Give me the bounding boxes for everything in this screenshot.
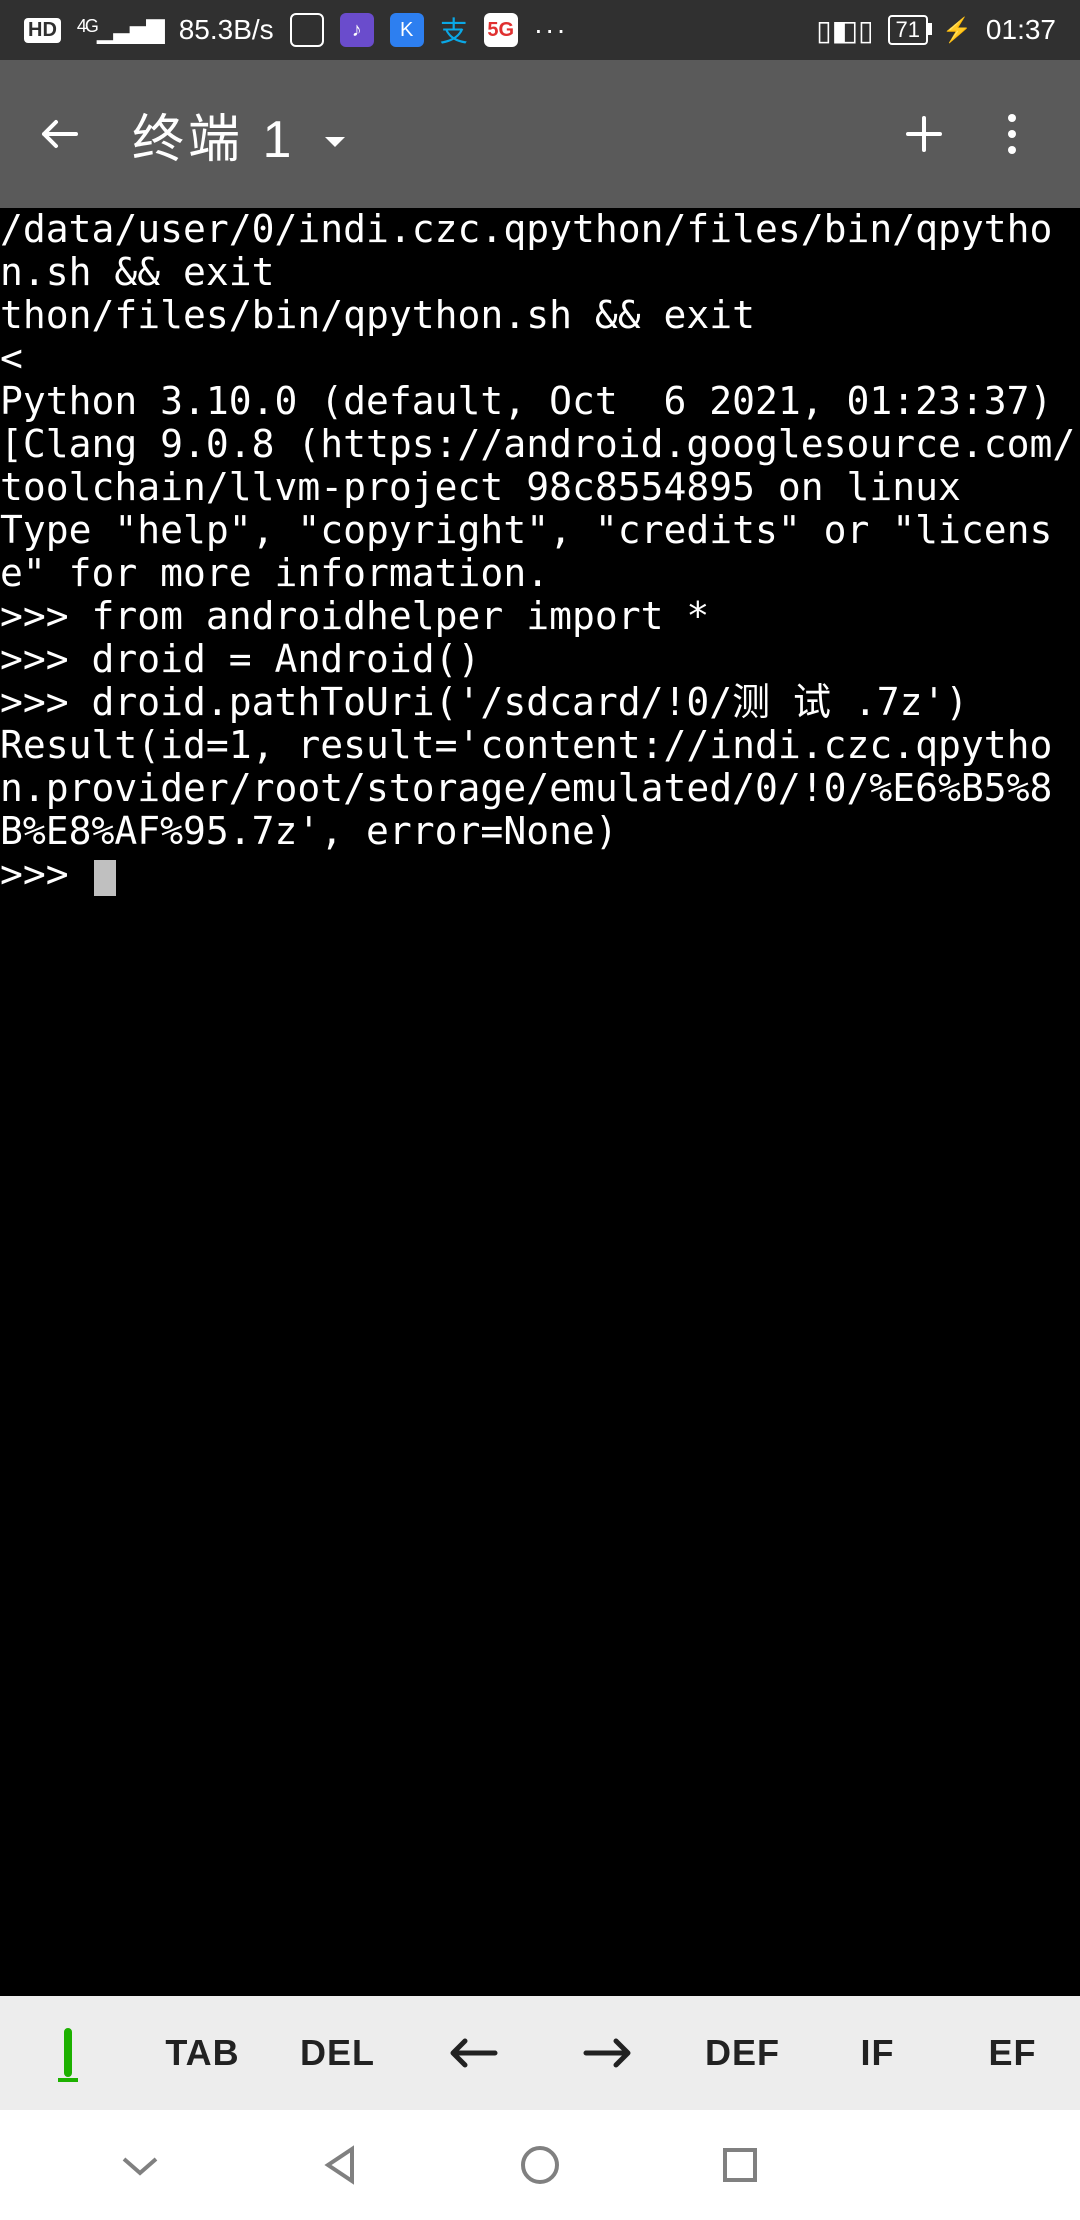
- terminal-line: thon/files/bin/qpython.sh && exit <: [0, 293, 1080, 380]
- signal-icon: 4G▁▃▅▇: [77, 16, 163, 45]
- terminal-line: Python 3.10.0 (default, Oct 6 2021, 01:2…: [0, 379, 1075, 509]
- right-arrow-key-button[interactable]: [540, 1996, 675, 2110]
- terminal-prompt: >>>: [0, 852, 92, 896]
- app-bar: 终端 1: [0, 60, 1080, 208]
- notification-app-icon-3: K: [390, 13, 424, 47]
- hide-keyboard-button[interactable]: [80, 2151, 200, 2179]
- def-key-button[interactable]: DEF: [675, 1996, 810, 2110]
- cursor-icon: [94, 860, 116, 896]
- notification-app-icon-1: [290, 13, 324, 47]
- overflow-menu-button[interactable]: [968, 90, 1056, 178]
- if-key-button[interactable]: IF: [810, 1996, 945, 2110]
- chevron-down-icon: [118, 2151, 162, 2179]
- arrow-left-icon: [447, 2037, 499, 2069]
- terminal-tab-selector[interactable]: 终端 1: [132, 97, 347, 172]
- square-recent-icon: [720, 2145, 760, 2185]
- tab-key-label: TAB: [165, 2032, 239, 2074]
- extra-keys-toolbar: TAB DEL DEF IF EF: [0, 1996, 1080, 2110]
- ef-key-label: EF: [988, 2032, 1036, 2074]
- left-arrow-key-button[interactable]: [405, 1996, 540, 2110]
- del-key-label: DEL: [300, 2032, 375, 2074]
- nav-home-button[interactable]: [480, 2143, 600, 2187]
- keyboard-icon: [64, 2032, 72, 2074]
- add-tab-button[interactable]: [880, 90, 968, 178]
- plus-icon: [900, 110, 948, 158]
- network-speed: 85.3B/s: [179, 14, 274, 46]
- notification-app-icon-4: 5G: [484, 13, 518, 47]
- charging-icon: ⚡: [942, 16, 972, 45]
- terminal-line: /data/user/0/indi.czc.qpython/files/bin/…: [0, 207, 1052, 294]
- clock: 01:37: [986, 14, 1056, 46]
- circle-home-icon: [518, 2143, 562, 2187]
- tab-key-button[interactable]: TAB: [135, 1996, 270, 2110]
- terminal-line: >>> droid = Android(): [0, 637, 480, 681]
- notification-more-icon: ···: [534, 14, 568, 46]
- dropdown-icon: [323, 104, 347, 164]
- notification-alipay-icon: 支: [440, 10, 468, 50]
- ef-key-button[interactable]: EF: [945, 1996, 1080, 2110]
- status-bar: HD 4G▁▃▅▇ 85.3B/s ♪ K 支 5G ··· ▯◧▯ 71 ⚡ …: [0, 0, 1080, 60]
- status-right: ▯◧▯ 71 ⚡ 01:37: [816, 14, 1056, 47]
- notification-app-icon-2: ♪: [340, 13, 374, 47]
- nav-back-button[interactable]: [280, 2143, 400, 2187]
- vibrate-icon: ▯◧▯: [816, 14, 873, 47]
- battery-icon: 71: [888, 15, 928, 45]
- terminal-line: >>> from androidhelper import *: [0, 594, 709, 638]
- terminal-title: 终端 1: [132, 97, 295, 172]
- back-button[interactable]: [24, 98, 96, 170]
- if-key-label: IF: [861, 2032, 895, 2074]
- triangle-back-icon: [318, 2143, 362, 2187]
- navigation-bar: [0, 2110, 1080, 2220]
- terminal-line: >>> droid.pathToUri('/sdcard/!0/测 试 .7z'…: [0, 680, 968, 724]
- terminal-line: Type "help", "copyright", "credits" or "…: [0, 508, 1052, 595]
- nav-recent-button[interactable]: [680, 2145, 800, 2185]
- keyboard-toggle-button[interactable]: [0, 1996, 135, 2110]
- terminal-output[interactable]: /data/user/0/indi.czc.qpython/files/bin/…: [0, 208, 1080, 1996]
- def-key-label: DEF: [705, 2032, 780, 2074]
- more-vert-icon: [1006, 110, 1018, 158]
- del-key-button[interactable]: DEL: [270, 1996, 405, 2110]
- arrow-right-icon: [582, 2037, 634, 2069]
- arrow-left-icon: [36, 110, 84, 158]
- terminal-line: Result(id=1, result='content://indi.czc.…: [0, 723, 1052, 853]
- status-left: HD 4G▁▃▅▇ 85.3B/s ♪ K 支 5G ···: [24, 10, 568, 50]
- hd-icon: HD: [24, 18, 61, 43]
